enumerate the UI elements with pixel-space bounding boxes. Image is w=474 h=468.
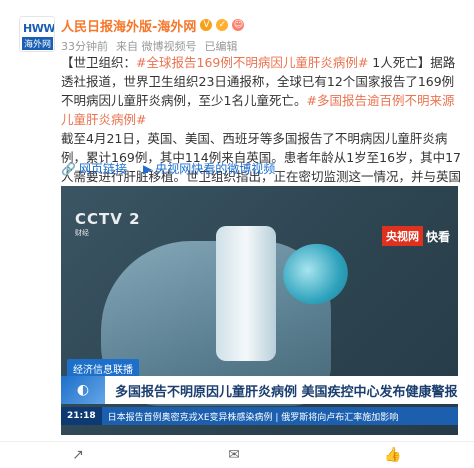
- account-header: 人民日报海外版-海外网 V ✓ ☺: [61, 16, 245, 35]
- watermark: 央视网 快看: [381, 226, 450, 246]
- avatar[interactable]: HWW 海外网: [19, 16, 55, 52]
- channel-logo-sub: 财经: [75, 229, 89, 237]
- channel-logo-text: CCTV 2: [75, 210, 141, 228]
- video-icon: ▶: [142, 161, 153, 176]
- link-icon: 🔗: [61, 161, 76, 176]
- post-time[interactable]: 33分钟前: [61, 38, 108, 54]
- post-paragraph-1: 【世卫组织：#全球报告169例不明病因儿童肝炎病例# 1人死亡】据路透社报道，世…: [61, 53, 461, 129]
- action-bar: ↗ ✉ 👍: [0, 441, 474, 468]
- video-link[interactable]: ▶ 央视网快看的微博视频: [143, 160, 275, 177]
- globe-icon: ◐: [61, 376, 105, 404]
- video-vial-shape: [216, 226, 276, 361]
- watermark-red-label: 央视网: [381, 226, 423, 246]
- post-links: 🔗 网页链接 ▶ 央视网快看的微博视频: [61, 160, 275, 177]
- emoji-badge-icon: ☺: [232, 19, 245, 31]
- account-name[interactable]: 人民日报海外版-海外网: [61, 16, 196, 35]
- hashtag-link-1[interactable]: #全球报告169例不明病因儿童肝炎病例#: [136, 55, 368, 70]
- news-ticker: 21:18 日本报告首例奥密克戎XE变异株感染病例 | 俄罗斯将向卢布汇率施加影…: [61, 407, 458, 425]
- web-link[interactable]: 🔗 网页链接: [61, 160, 127, 177]
- video-headline-bar: ◐ 多国报告不明原因儿童肝炎病例 美国疾控中心发布健康警报: [61, 376, 458, 404]
- video-headline: 多国报告不明原因儿童肝炎病例 美国疾控中心发布健康警报: [115, 384, 458, 400]
- post-edited: 已编辑: [204, 40, 238, 53]
- avatar-logo-text: HWW: [23, 22, 55, 35]
- watermark-text: 快看: [425, 229, 450, 244]
- post-text-prefix: 【世卫组织：: [61, 55, 137, 70]
- like-icon[interactable]: 👍: [384, 447, 401, 463]
- comment-icon[interactable]: ✉: [228, 447, 240, 463]
- weibo-post: HWW 海外网 人民日报海外版-海外网 V ✓ ☺ 33分钟前 来自 微博视频号…: [0, 0, 474, 467]
- verified-icon: V: [200, 19, 213, 31]
- avatar-logo-subtext: 海外网: [22, 37, 54, 50]
- video-player[interactable]: CCTV 2 财经 央视网 快看 经济信息联播 ◐ 多国报告不明原因儿童肝炎病例 …: [61, 186, 458, 435]
- channel-logo: CCTV 2 财经: [75, 210, 141, 238]
- ticker-text: 日本报告首例奥密克戎XE变异株感染病例 | 俄罗斯将向卢布汇率施加影响: [107, 412, 399, 423]
- video-link-label: 央视网快看的微博视频: [155, 162, 276, 176]
- fan-badge-icon: ✓: [216, 19, 229, 31]
- share-icon[interactable]: ↗: [72, 447, 84, 463]
- post-meta: 33分钟前 来自 微博视频号 已编辑: [61, 38, 238, 54]
- web-link-label: 网页链接: [78, 162, 127, 176]
- post-source: 来自 微博视频号: [116, 40, 197, 53]
- ticker-time: 21:18: [61, 407, 102, 425]
